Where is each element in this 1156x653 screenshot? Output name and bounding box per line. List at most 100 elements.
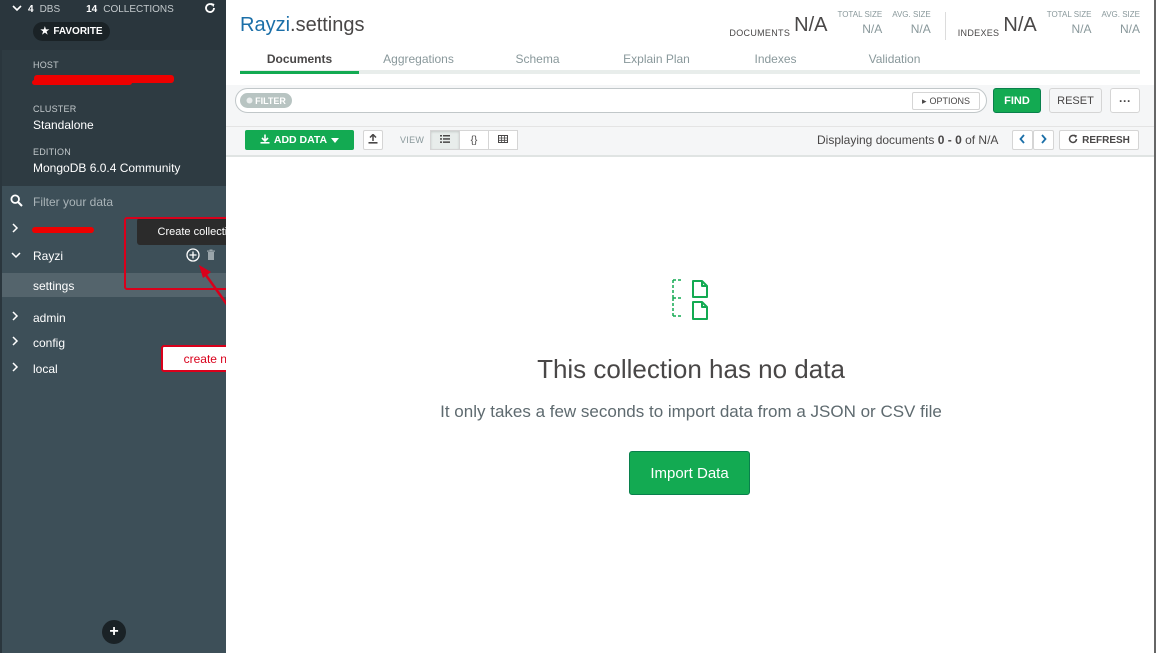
star-icon: ★ — [40, 26, 50, 37]
collections-count: 14 — [86, 4, 98, 15]
refresh-documents-button[interactable]: REFRESH — [1059, 130, 1139, 150]
chevron-down-icon — [11, 248, 21, 260]
total-size-label: TOTAL SIZE — [837, 10, 883, 19]
total-size: TOTAL SIZE N/A — [837, 10, 882, 36]
collection-view: Rayzi.settings DOCUMENTS N/A TOTAL SIZE … — [226, 0, 1156, 653]
db-name: admin — [33, 311, 66, 325]
collection-stats: DOCUMENTS N/A TOTAL SIZE N/A AVG. SIZE N… — [729, 10, 1140, 40]
db-name: Rayzi — [33, 249, 64, 263]
filter-query-input[interactable]: FILTER ▸ OPTIONS — [235, 88, 987, 113]
refresh-label: REFRESH — [1082, 134, 1130, 146]
refresh-icon — [1068, 134, 1078, 147]
list-view-button[interactable] — [430, 130, 460, 150]
idx-total-size: TOTAL SIZE N/A — [1047, 10, 1092, 36]
caret-down-icon — [331, 134, 340, 146]
cluster-value: Standalone — [33, 118, 94, 132]
db-name: local — [33, 362, 58, 376]
collections-label: COLLECTIONS — [103, 4, 174, 15]
redacted-db-name — [32, 227, 94, 233]
collection-tabs: Documents Aggregations Schema Explain Pl… — [240, 46, 1140, 74]
dbs-label: DBS — [39, 4, 61, 15]
idx-avg-size-value: N/A — [1119, 22, 1140, 36]
sidebar-header: 4 DBS 14 COLLECTIONS ★ FAVORITE — [2, 0, 226, 50]
chevron-right-icon — [11, 361, 21, 373]
chevron-right-icon — [11, 335, 21, 347]
table-view-button[interactable] — [488, 130, 518, 150]
edition-label: EDITION — [33, 147, 71, 157]
indexes-stats: INDEXES N/A TOTAL SIZE N/A AVG. SIZE N/A — [958, 10, 1140, 38]
dbs-count: 4 — [28, 4, 34, 15]
collection-name: settings — [33, 279, 75, 293]
paging-info: Displaying documents 0 - 0 of N/A — [817, 133, 998, 147]
indexes-label: INDEXES — [957, 28, 1000, 38]
db-item-admin[interactable]: admin — [2, 306, 226, 330]
avg-size-value: N/A — [910, 22, 931, 36]
tab-indexes[interactable]: Indexes — [716, 46, 835, 74]
tab-validation[interactable]: Validation — [835, 46, 954, 74]
json-view-button[interactable]: {} — [459, 130, 489, 150]
options-label: OPTIONS — [929, 96, 971, 106]
documents-label: DOCUMENTS — [729, 28, 791, 38]
chevron-right-icon — [11, 310, 21, 322]
list-view-icon — [440, 134, 450, 146]
collection-title: Rayzi.settings — [240, 14, 365, 37]
title-coll-name: .settings — [290, 14, 365, 36]
export-button[interactable] — [363, 130, 383, 150]
chevron-left-icon — [1019, 133, 1026, 147]
options-button[interactable]: ▸ OPTIONS — [912, 92, 980, 110]
filter-your-data-input[interactable] — [33, 194, 213, 210]
instance-info: HOST CLUSTER Standalone EDITION MongoDB … — [2, 50, 226, 186]
filter-pill-label: FILTER — [255, 95, 286, 106]
redacted-host-2 — [32, 80, 132, 85]
tab-aggregations[interactable]: Aggregations — [359, 46, 478, 74]
paging-suffix: of N/A — [961, 133, 999, 147]
documents-toolbar: ADD DATA VIEW {} Displaying documents 0 … — [226, 127, 1156, 157]
edition-value: MongoDB 6.0.4 Community — [33, 161, 181, 175]
create-database-button[interactable]: + — [102, 620, 126, 644]
caret-right-icon: ▸ — [921, 95, 927, 106]
download-icon — [260, 134, 270, 147]
chevron-right-icon — [11, 222, 21, 234]
json-view-icon: {} — [470, 134, 478, 146]
chevron-down-icon[interactable] — [12, 4, 22, 15]
tab-schema[interactable]: Schema — [478, 46, 597, 74]
filter-pill: FILTER — [240, 93, 292, 108]
idx-avg-size: AVG. SIZE N/A — [1101, 10, 1140, 36]
stats-divider — [944, 12, 946, 40]
empty-documents-icon — [672, 279, 708, 320]
refresh-icon[interactable] — [204, 2, 216, 17]
documents-value: N/A — [794, 14, 828, 36]
view-label: VIEW — [400, 135, 425, 145]
instance-stats: 4 DBS 14 COLLECTIONS — [12, 4, 174, 15]
host-label: HOST — [33, 60, 59, 70]
find-button[interactable]: FIND — [993, 88, 1041, 113]
favorite-label: FAVORITE — [53, 26, 103, 37]
idx-total-size-label: TOTAL SIZE — [1046, 10, 1092, 19]
indexes-value: N/A — [1003, 14, 1037, 36]
add-data-button[interactable]: ADD DATA — [245, 130, 354, 150]
more-options-button[interactable]: ··· — [1110, 88, 1140, 113]
sidebar-filter — [2, 190, 226, 214]
collection-header: Rayzi.settings DOCUMENTS N/A TOTAL SIZE … — [226, 0, 1156, 85]
documents-stats: DOCUMENTS N/A TOTAL SIZE N/A AVG. SIZE N… — [729, 10, 940, 38]
reset-button[interactable]: RESET — [1049, 88, 1102, 113]
next-page-button[interactable] — [1033, 130, 1054, 150]
paging-range: 0 - 0 — [937, 133, 962, 147]
favorite-button[interactable]: ★ FAVORITE — [33, 22, 110, 41]
table-view-icon — [498, 134, 508, 146]
prev-page-button[interactable] — [1012, 130, 1033, 150]
avg-size-label: AVG. SIZE — [892, 10, 931, 19]
idx-total-size-value: N/A — [1071, 22, 1092, 36]
tab-documents[interactable]: Documents — [240, 46, 359, 74]
import-data-button[interactable]: Import Data — [629, 451, 750, 495]
title-db-name[interactable]: Rayzi — [240, 14, 290, 36]
query-bar: FILTER ▸ OPTIONS FIND RESET ··· — [226, 85, 1156, 127]
idx-avg-size-label: AVG. SIZE — [1101, 10, 1140, 19]
empty-state-title: This collection has no data — [537, 354, 845, 384]
db-name: config — [33, 336, 66, 350]
empty-state-subtitle: It only takes a few seconds to import da… — [440, 402, 942, 421]
avg-size: AVG. SIZE N/A — [892, 10, 931, 36]
tab-explain-plan[interactable]: Explain Plan — [597, 46, 716, 74]
filter-pill-icon — [246, 97, 253, 104]
paging-prefix: Displaying documents — [817, 133, 938, 147]
